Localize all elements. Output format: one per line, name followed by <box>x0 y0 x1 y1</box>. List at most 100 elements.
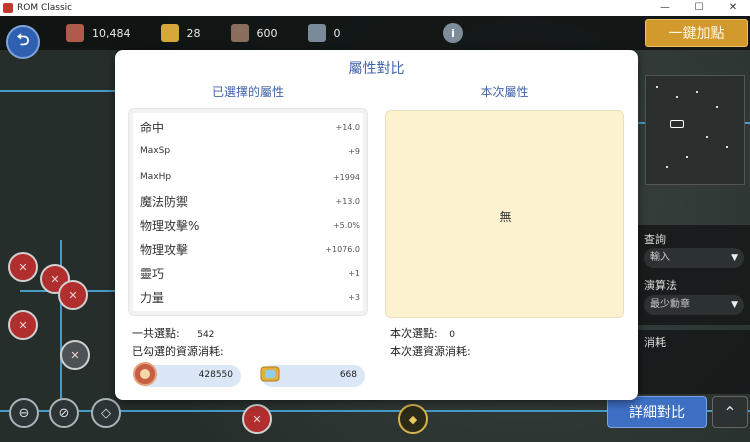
lockbag-icon <box>307 24 326 42</box>
chevron-down-icon: ▼ <box>731 300 738 310</box>
one-click-add-button[interactable]: 一鍵加點 <box>645 19 748 47</box>
reset-button[interactable]: ⊘ <box>49 398 79 428</box>
checked-cost-label: 已勾選的資源消耗: <box>132 345 224 358</box>
cost-label: 消耗 <box>644 336 666 349</box>
medal-icon <box>66 24 84 42</box>
minimap-dot <box>696 91 698 93</box>
attribute-value: +3 <box>348 293 360 302</box>
current-attributes-box: 無 <box>385 110 624 318</box>
total-points-row: 一共選點: 542 <box>132 325 214 341</box>
close-button[interactable]: ✕ <box>716 0 750 16</box>
info-button[interactable]: i <box>443 23 463 43</box>
maximize-button[interactable]: ☐ <box>682 0 716 16</box>
locate-button[interactable]: ◇ <box>91 398 121 428</box>
algo-label: 演算法 <box>644 279 677 292</box>
back-arrow-icon: ⮌ <box>16 29 30 49</box>
resource-value: 10,484 <box>92 26 131 40</box>
game-window: ROM Classic — ☐ ✕ ✕ ✕ ✕ ✕ ✕ ✕ ◆ 10,484 2… <box>0 0 750 442</box>
attribute-value: +9 <box>348 146 360 156</box>
resource-lockbag: 0 <box>307 24 341 42</box>
medal-icon <box>132 361 158 387</box>
attribute-name: 靈巧 <box>140 267 165 281</box>
cost-gem-value: 668 <box>339 370 357 380</box>
current-points-value: 0 <box>449 330 455 340</box>
skill-node[interactable]: ✕ <box>242 404 272 434</box>
minimap-dot <box>726 146 728 148</box>
resource-value: 600 <box>256 26 278 40</box>
current-attributes-header: 本次屬性 <box>480 85 529 99</box>
attribute-name: MaxHp <box>140 172 172 182</box>
resource-gem: 28 <box>160 24 201 42</box>
attribute-row: 靈巧 +1 <box>140 265 360 282</box>
query-label: 查詢 <box>644 233 666 246</box>
current-points-row: 本次選點: 0 <box>390 325 455 341</box>
algo-select[interactable]: 最少勳章 ▼ <box>644 295 744 315</box>
attribute-name: 物理攻擊% <box>140 219 200 233</box>
attribute-value: +5.0% <box>332 221 360 230</box>
attribute-name: 魔法防禦 <box>140 195 189 209</box>
attribute-row: 魔法防禦 +13.0 <box>140 193 360 210</box>
resource-value: 0 <box>333 26 341 40</box>
attribute-row: 命中 +14.0 <box>140 119 360 136</box>
minimap-dot <box>666 166 668 168</box>
resource-bar: 10,484 28 600 0 <box>0 16 750 50</box>
window-controls: — ☐ ✕ <box>648 0 750 16</box>
cost-gem-pill: 668 <box>260 365 365 387</box>
total-points-value: 542 <box>197 330 215 340</box>
window-titlebar: ROM Classic — ☐ ✕ <box>0 0 750 16</box>
total-points-label: 一共選點: <box>132 327 180 340</box>
window-title: ROM Classic <box>17 3 73 13</box>
minimap[interactable] <box>645 75 745 185</box>
attribute-row: 力量 +3 <box>140 289 360 306</box>
attribute-value: +1076.0 <box>325 245 360 254</box>
minimize-button[interactable]: — <box>648 0 682 16</box>
skill-node[interactable]: ✕ <box>8 252 38 282</box>
attribute-value: +1994 <box>332 172 360 182</box>
minimap-viewport[interactable] <box>670 120 684 128</box>
chevron-down-icon: ▼ <box>731 253 738 263</box>
minimap-dot <box>706 136 708 138</box>
current-cost-label: 本次選資源消耗: <box>390 345 471 358</box>
detail-compare-button[interactable]: 詳細對比 <box>607 396 707 428</box>
selected-attributes-list[interactable]: 命中 +14.0 MaxSp +9 MaxHp +1994 魔法防禦 +13.0… <box>128 108 368 316</box>
attribute-row: 物理攻擊 +1076.0 <box>140 241 360 258</box>
resource-bag: 600 <box>230 24 278 42</box>
attribute-name: MaxSp <box>140 146 171 156</box>
minimap-dot <box>676 96 678 98</box>
scroll-up-button[interactable]: ⌃ <box>712 396 748 428</box>
query-input[interactable]: 輸入 ▼ <box>644 248 744 268</box>
skill-node-gold[interactable]: ◆ <box>398 404 428 434</box>
attribute-row: MaxSp +9 <box>140 146 360 156</box>
gem-icon <box>160 24 179 42</box>
attribute-compare-dialog: 屬性對比 已選擇的屬性 本次屬性 命中 +14.0 MaxSp +9 MaxHp… <box>115 50 638 400</box>
minimap-dot <box>656 86 658 88</box>
attribute-value: +13.0 <box>335 197 360 206</box>
skill-node[interactable]: ✕ <box>8 310 38 340</box>
minimap-dot <box>716 106 718 108</box>
dialog-title: 屬性對比 <box>348 61 405 77</box>
current-points-label: 本次選點: <box>390 327 438 340</box>
attribute-row: 物理攻擊% +5.0% <box>140 217 360 234</box>
no-attributes-text: 無 <box>499 210 512 224</box>
attribute-name: 命中 <box>140 121 165 135</box>
minimap-dot <box>686 156 688 158</box>
cost-medal-pill: 428550 <box>133 362 241 387</box>
skill-node-locked[interactable]: ✕ <box>60 340 90 370</box>
back-button[interactable]: ⮌ <box>6 25 40 59</box>
query-panel: 查詢 輸入 ▼ 演算法 最少勳章 ▼ <box>636 225 750 325</box>
app-icon <box>3 3 13 13</box>
cost-medal-value: 428550 <box>198 370 233 380</box>
attribute-value: +1 <box>348 269 360 278</box>
resource-medal: 10,484 <box>66 24 131 42</box>
grid-line <box>0 90 115 92</box>
resource-value: 28 <box>186 26 201 40</box>
slash-icon: ⊘ <box>58 405 70 421</box>
skill-node[interactable]: ✕ <box>58 280 88 310</box>
zoom-out-button[interactable]: ⊖ <box>9 398 39 428</box>
bag-icon <box>230 24 249 42</box>
gem-icon <box>257 361 283 387</box>
zoom-out-icon: ⊖ <box>18 405 30 421</box>
attribute-name: 物理攻擊 <box>140 243 189 257</box>
query-input-value: 輸入 <box>650 252 670 263</box>
cost-panel: 消耗 <box>636 330 750 394</box>
